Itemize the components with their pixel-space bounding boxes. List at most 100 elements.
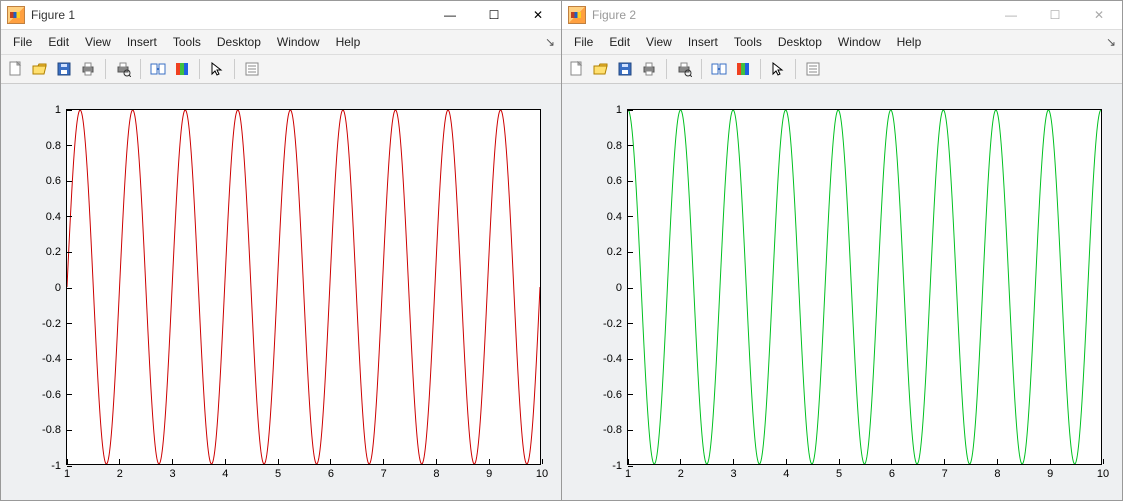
colorbar-icon [174,61,190,77]
ytick-mark [628,216,633,217]
maximize-button[interactable]: ☐ [481,5,507,25]
ytick-label: -0.6 [21,389,67,401]
menu-desktop[interactable]: Desktop [770,31,830,53]
properties-icon [805,61,821,77]
menu-help[interactable]: Help [328,31,369,53]
dock-icon[interactable]: ↘ [1106,35,1116,49]
properties-button[interactable] [241,58,263,80]
print-preview-icon [115,61,131,77]
new-figure-icon [569,61,585,77]
ytick-label: -0.8 [582,424,628,436]
ytick-label: -0.8 [21,424,67,436]
pointer-button[interactable] [767,58,789,80]
colorbar-button[interactable] [732,58,754,80]
print-preview-button[interactable] [112,58,134,80]
ytick-mark [628,145,633,146]
save-icon [617,61,633,77]
print-preview-button[interactable] [673,58,695,80]
xtick-label: 7 [930,464,960,480]
menu-window[interactable]: Window [269,31,328,53]
menu-tools[interactable]: Tools [726,31,770,53]
titlebar[interactable]: Figure 2—☐✕ [562,1,1122,30]
link-plot-button[interactable] [708,58,730,80]
menu-file[interactable]: File [566,31,601,53]
ytick-mark [628,110,633,111]
print-button[interactable] [638,58,660,80]
pointer-icon [209,61,225,77]
print-icon [641,61,657,77]
xtick-label: 4 [210,464,240,480]
save-icon [56,61,72,77]
xtick-label: 2 [666,464,696,480]
toolbar-separator [199,59,200,79]
open-button[interactable] [590,58,612,80]
new-figure-button[interactable] [566,58,588,80]
ytick-mark [67,288,72,289]
xtick-label: 2 [105,464,135,480]
menu-desktop[interactable]: Desktop [209,31,269,53]
menu-view[interactable]: View [638,31,680,53]
colorbar-button[interactable] [171,58,193,80]
xtick-label: 3 [158,464,188,480]
properties-button[interactable] [802,58,824,80]
ytick-mark [67,145,72,146]
new-figure-button[interactable] [5,58,27,80]
ytick-mark [67,252,72,253]
window-controls: — ☐ ✕ [437,5,555,25]
menu-file[interactable]: File [5,31,40,53]
maximize-button[interactable]: ☐ [1042,5,1068,25]
menu-edit[interactable]: Edit [40,31,77,53]
axes[interactable]: -1-0.8-0.6-0.4-0.200.20.40.60.8112345678… [627,109,1102,465]
ytick-label: 0.8 [21,140,67,152]
menu-view[interactable]: View [77,31,119,53]
ytick-label: -0.2 [21,318,67,330]
xtick-label: 3 [719,464,749,480]
link-plot-button[interactable] [147,58,169,80]
open-icon [593,61,609,77]
xtick-label: 8 [982,464,1012,480]
xtick-label: 7 [369,464,399,480]
pointer-button[interactable] [206,58,228,80]
toolbar-separator [234,59,235,79]
ytick-mark [628,288,633,289]
ytick-label: 0 [21,282,67,294]
xtick-label: 6 [316,464,346,480]
save-button[interactable] [53,58,75,80]
plot-area[interactable]: -1-0.8-0.6-0.4-0.200.20.40.60.8112345678… [562,84,1122,500]
menu-insert[interactable]: Insert [119,31,165,53]
ytick-label: 0.4 [21,211,67,223]
menu-tools[interactable]: Tools [165,31,209,53]
xtick-label: 9 [1035,464,1065,480]
close-button[interactable]: ✕ [525,5,551,25]
toolbar-separator [105,59,106,79]
ytick-label: 0 [582,282,628,294]
ytick-mark [628,323,633,324]
axes[interactable]: -1-0.8-0.6-0.4-0.200.20.40.60.8112345678… [66,109,541,465]
save-button[interactable] [614,58,636,80]
xtick-label: 6 [877,464,907,480]
xtick-label: 1 [52,464,82,480]
minimize-button[interactable]: — [437,5,463,25]
titlebar[interactable]: Figure 1—☐✕ [1,1,561,30]
menu-window[interactable]: Window [830,31,889,53]
dock-icon[interactable]: ↘ [545,35,555,49]
plot-area[interactable]: -1-0.8-0.6-0.4-0.200.20.40.60.8112345678… [1,84,561,500]
open-button[interactable] [29,58,51,80]
minimize-button[interactable]: — [998,5,1024,25]
menu-edit[interactable]: Edit [601,31,638,53]
chart-line [67,110,540,464]
menu-insert[interactable]: Insert [680,31,726,53]
ytick-mark [628,394,633,395]
menu-help[interactable]: Help [889,31,930,53]
ytick-mark [67,430,72,431]
ytick-label: -0.2 [582,318,628,330]
print-button[interactable] [77,58,99,80]
xtick-label: 1 [613,464,643,480]
ytick-label: 0.6 [21,175,67,187]
ytick-mark [67,181,72,182]
ytick-mark [67,394,72,395]
menubar: FileEditViewInsertToolsDesktopWindowHelp… [562,30,1122,55]
close-button[interactable]: ✕ [1086,5,1112,25]
ytick-label: 1 [21,104,67,116]
menubar: FileEditViewInsertToolsDesktopWindowHelp… [1,30,561,55]
